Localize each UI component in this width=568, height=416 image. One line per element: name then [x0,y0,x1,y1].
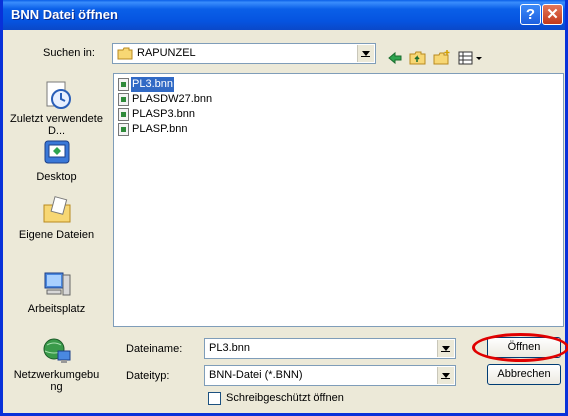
bnn-file-icon [118,93,129,106]
readonly-label: Schreibgeschützt öffnen [226,392,344,404]
bnn-file-icon [118,78,129,91]
place-recent[interactable]: Zuletzt verwendete D... [9,79,104,137]
place-desktop[interactable]: Desktop [9,137,104,183]
bnn-file-icon [118,123,129,136]
place-documents[interactable]: Eigene Dateien [9,195,104,241]
filename-dropdown-arrow[interactable] [437,340,454,357]
up-folder-icon[interactable] [409,50,427,66]
cancel-button[interactable]: Abbrechen [487,364,561,385]
folder-icon [117,47,133,60]
close-button[interactable]: ✕ [542,4,563,25]
filetype-dropdown-arrow[interactable] [437,367,454,384]
my-computer-icon [44,272,70,296]
view-menu-icon[interactable] [458,50,484,66]
help-button[interactable]: ? [520,4,541,25]
desktop-icon [44,140,69,164]
file-item-plasdw27[interactable]: PLASDW27.bnn [118,92,213,107]
filetype-value: BNN-Datei (*.BNN) [209,369,303,381]
lookin-value: RAPUNZEL [137,47,196,59]
file-name: PLASP.bnn [132,123,188,135]
filetype-select[interactable]: BNN-Datei (*.BNN) [204,365,456,386]
file-name: PLASP3.bnn [132,108,195,120]
place-network[interactable]: Netzwerkumgebung [9,335,104,393]
window-title: BNN Datei öffnen [11,7,118,22]
filename-input[interactable]: PL3.bnn [204,338,456,359]
places-bar: Zuletzt verwendete D... Desktop Eigene D… [9,73,104,401]
file-item-pl3[interactable]: PL3.bnn [118,77,174,92]
place-computer-label: Arbeitsplatz [27,303,86,315]
place-documents-label: Eigene Dateien [18,229,95,241]
place-desktop-label: Desktop [36,171,77,183]
file-item-plasp3[interactable]: PLASP3.bnn [118,107,196,122]
new-folder-icon[interactable] [433,50,451,66]
lookin-dropdown-arrow[interactable] [357,45,374,62]
my-documents-icon [43,196,70,223]
bnn-file-icon [118,108,129,121]
title-bar[interactable]: BNN Datei öffnen ? ✕ [3,0,565,30]
file-item-plasp[interactable]: PLASP.bnn [118,122,188,137]
filename-value: PL3.bnn [209,342,250,354]
open-button[interactable]: Öffnen [487,337,561,358]
open-file-dialog: BNN Datei öffnen ? ✕ Suchen in: RAPUNZEL [0,0,568,416]
readonly-checkbox[interactable] [208,392,221,405]
file-name: PL3.bnn [131,77,174,92]
place-computer[interactable]: Arbeitsplatz [9,269,104,315]
file-list[interactable]: PL3.bnn PLASDW27.bnn PLASP3.bnn PLASP.bn… [113,73,564,327]
lookin-combo[interactable]: RAPUNZEL [112,43,376,64]
lookin-label: Suchen in: [43,47,95,59]
place-recent-label: Zuletzt verwendete D... [10,113,103,137]
back-arrow-icon[interactable] [387,50,403,66]
file-name: PLASDW27.bnn [132,93,213,105]
filename-label: Dateiname: [126,343,183,355]
network-icon [43,338,70,363]
recent-clock-icon [46,81,71,109]
place-network-label: Netzwerkumgebung [13,369,100,393]
filetype-label: Dateityp: [126,370,170,382]
